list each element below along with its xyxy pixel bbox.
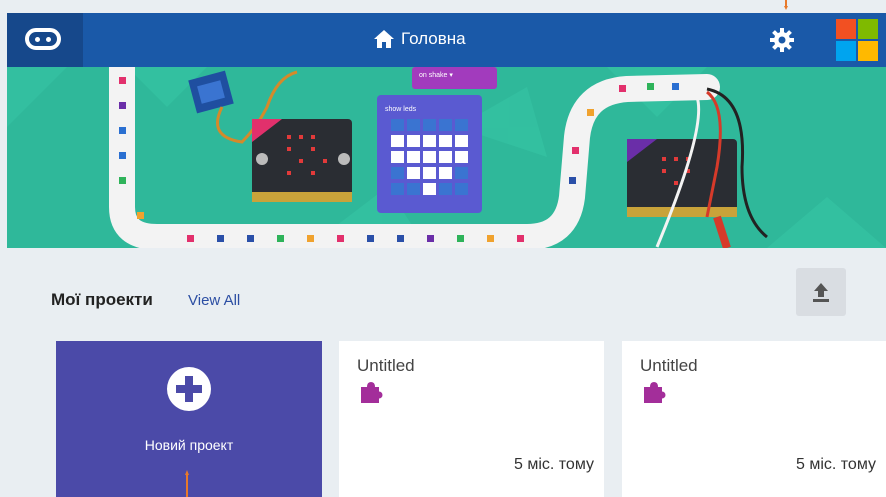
project-card[interactable]: Untitled 5 міс. тому (622, 341, 886, 497)
upload-icon (813, 283, 829, 302)
annotation-arrow-bottom (185, 470, 189, 497)
hero-banner: on shake ▾ show leds (7, 67, 886, 248)
project-time: 5 міс. тому (513, 456, 594, 473)
new-project-card[interactable]: Новий проект (56, 341, 322, 497)
puzzle-icon (644, 382, 666, 403)
code-block-on-shake: on shake ▾ (419, 72, 453, 79)
home-icon (374, 30, 394, 48)
page-title: Головна (401, 29, 466, 48)
view-all-link[interactable]: View All (188, 292, 240, 309)
project-card[interactable]: Untitled 5 міс. тому (339, 341, 604, 497)
gear-icon[interactable] (769, 27, 795, 53)
microsoft-logo-icon[interactable] (836, 19, 878, 61)
code-block-show-leds: show leds (385, 106, 417, 113)
microbit-logo-icon (25, 28, 61, 50)
new-project-label: Новий проект (144, 437, 234, 453)
puzzle-icon (361, 382, 383, 403)
project-title: Untitled (640, 356, 698, 375)
import-button[interactable] (796, 268, 846, 316)
project-time: 5 міс. тому (795, 456, 876, 473)
project-title: Untitled (357, 356, 415, 375)
annotation-arrow-top (784, 0, 788, 10)
microbit-logo-button[interactable] (7, 13, 83, 67)
home-link[interactable]: Головна (373, 29, 466, 49)
top-bar: Головна (7, 13, 886, 67)
my-projects-heading: Мої проекти (51, 290, 153, 309)
plus-circle-icon (167, 367, 211, 411)
